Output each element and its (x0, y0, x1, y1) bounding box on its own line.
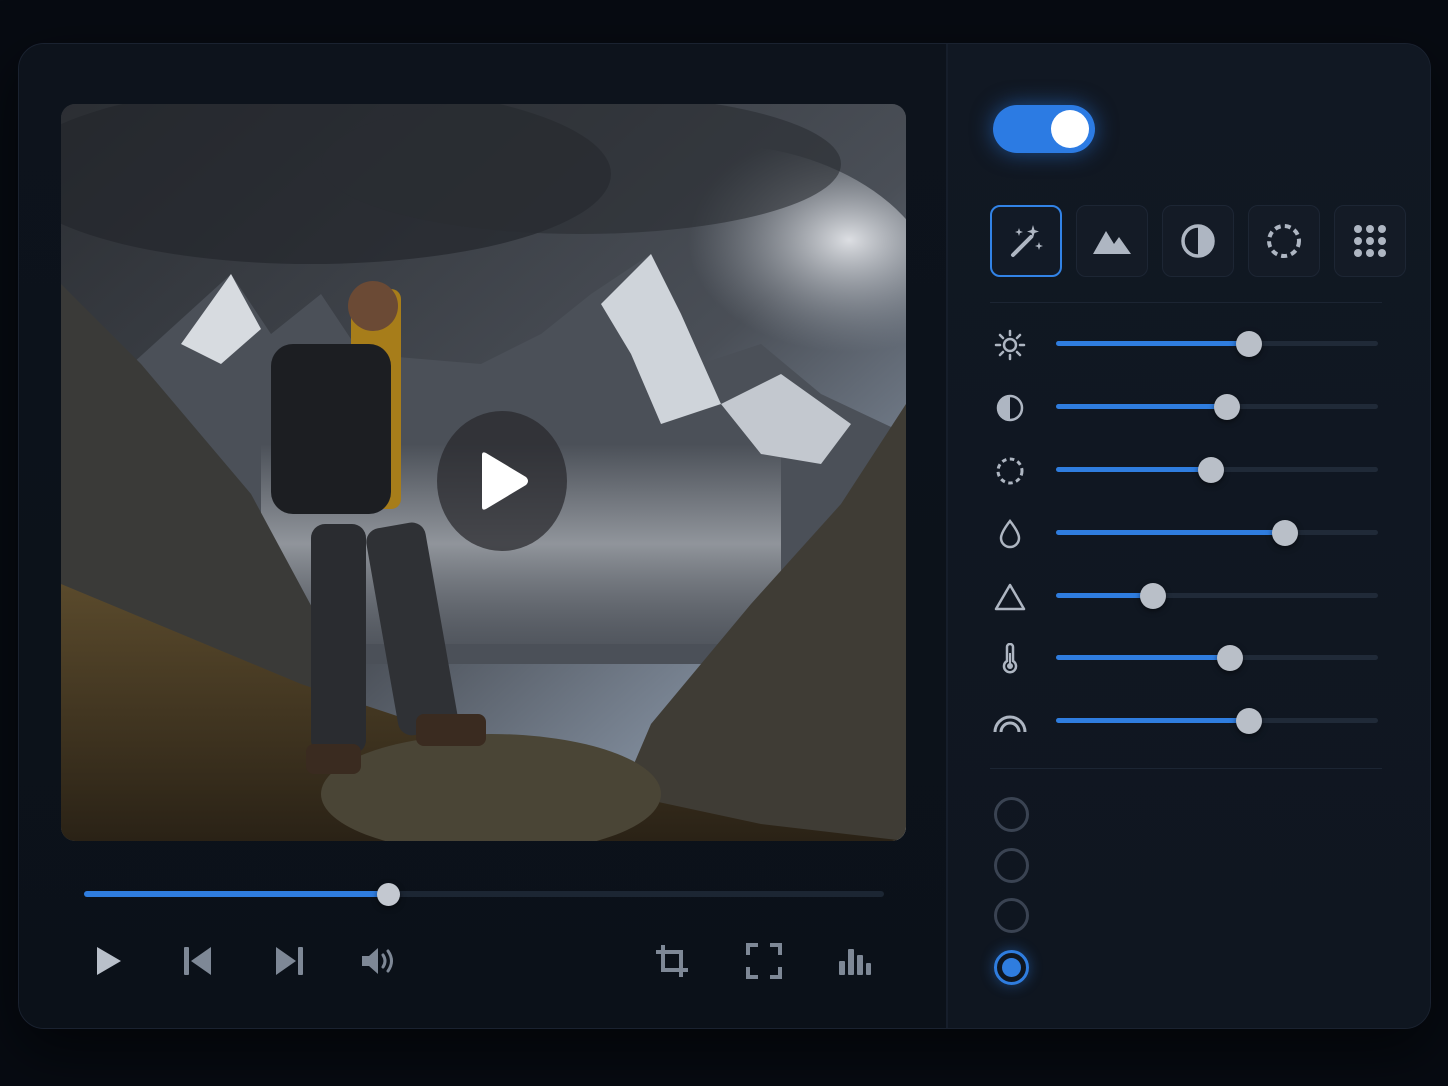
adjustment-slider[interactable] (1056, 394, 1378, 420)
play-button[interactable] (86, 939, 130, 983)
adjustment-row (990, 388, 1410, 428)
slider-fill (1056, 467, 1211, 472)
editor-window (18, 43, 1431, 1029)
contrast-icon (1181, 224, 1215, 258)
slider-handle[interactable] (1271, 520, 1298, 546)
section-divider (990, 768, 1382, 769)
playback-scrubber[interactable] (84, 883, 884, 906)
skip-back-icon (184, 947, 211, 975)
stats-button[interactable] (833, 939, 877, 983)
adjustment-row (990, 639, 1410, 679)
enhance-toggle[interactable] (993, 105, 1095, 153)
toggle-knob (1051, 110, 1089, 148)
tool-magic-wand[interactable] (990, 205, 1062, 277)
scrubber-handle[interactable] (377, 883, 400, 906)
volume-button[interactable] (356, 939, 400, 983)
video-preview[interactable] (61, 104, 906, 841)
crop-button[interactable] (650, 939, 694, 983)
grid-icon (1354, 225, 1386, 257)
mountain-icon (1093, 231, 1131, 254)
section-divider (990, 302, 1382, 303)
volume-icon (362, 948, 393, 974)
half-circle-icon (990, 392, 1030, 424)
fullscreen-button[interactable] (742, 939, 786, 983)
slider-handle[interactable] (1236, 331, 1263, 357)
adjustment-slider[interactable] (1056, 457, 1378, 483)
preset-radio[interactable] (994, 797, 1029, 832)
triangle-icon (990, 581, 1030, 613)
play-icon (482, 452, 528, 510)
adjustment-row (990, 451, 1410, 491)
skip-back-button[interactable] (176, 939, 220, 983)
slider-fill (1056, 404, 1227, 409)
tool-grid[interactable] (1334, 205, 1406, 277)
play-overlay-button[interactable] (437, 411, 567, 551)
tool-contrast[interactable] (1162, 205, 1234, 277)
bar-chart-icon (839, 949, 871, 975)
adjustment-slider[interactable] (1056, 708, 1378, 734)
preset-radio[interactable] (994, 848, 1029, 883)
preview-pane (19, 44, 947, 1028)
adjustment-row (990, 702, 1410, 742)
tool-landscape[interactable] (1076, 205, 1148, 277)
adjustment-row (990, 577, 1410, 617)
slider-fill (1056, 593, 1153, 598)
adjustment-slider[interactable] (1056, 645, 1378, 671)
adjustment-slider[interactable] (1056, 520, 1378, 546)
fullscreen-icon (746, 943, 782, 979)
skip-forward-icon (276, 947, 303, 975)
slider-handle[interactable] (1236, 708, 1263, 734)
dotted-circle-icon (1267, 224, 1301, 258)
adjustment-slider[interactable] (1056, 583, 1378, 609)
skip-forward-button[interactable] (267, 939, 311, 983)
slider-handle[interactable] (1213, 394, 1240, 420)
droplet-icon (990, 518, 1030, 550)
dotted-circle-icon (990, 455, 1030, 487)
adjustment-slider[interactable] (1056, 331, 1378, 357)
slider-handle[interactable] (1197, 457, 1224, 483)
thermometer-icon (990, 643, 1030, 675)
scrubber-progress (84, 891, 388, 897)
slider-fill (1056, 655, 1230, 660)
rainbow-icon (990, 706, 1030, 738)
slider-fill (1056, 530, 1285, 535)
slider-fill (1056, 341, 1250, 346)
play-icon (97, 947, 121, 975)
preset-radio[interactable] (994, 950, 1029, 985)
slider-fill (1056, 718, 1250, 723)
slider-handle[interactable] (1216, 645, 1243, 671)
sun-icon (990, 329, 1030, 361)
adjustment-row (990, 325, 1410, 365)
preset-radio[interactable] (994, 898, 1029, 933)
adjustments-panel (948, 44, 1430, 1028)
adjustment-row (990, 514, 1410, 554)
crop-icon (656, 945, 688, 977)
magic-wand-icon (1011, 225, 1043, 257)
tool-vignette[interactable] (1248, 205, 1320, 277)
slider-handle[interactable] (1139, 583, 1166, 609)
